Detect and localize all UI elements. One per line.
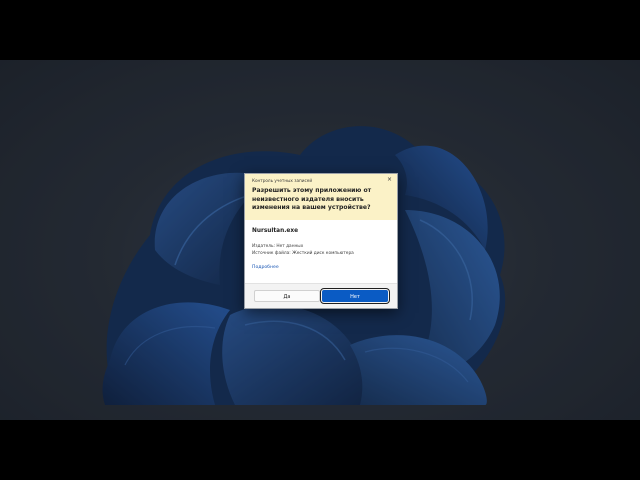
no-button[interactable]: Нет: [320, 288, 390, 304]
uac-publisher: Издатель: Нет данных: [252, 244, 304, 249]
letterbox-frame: Контроль учетных записей × Разрешить это…: [0, 0, 640, 480]
more-details-link[interactable]: Подробнее: [252, 265, 279, 270]
yes-button[interactable]: Да: [254, 290, 320, 302]
uac-caption: Контроль учетных записей: [252, 178, 313, 183]
uac-app-name: Nursultan.exe: [252, 228, 299, 234]
uac-footer: Да Нет: [245, 283, 397, 308]
uac-dialog: Контроль учетных записей × Разрешить это…: [244, 173, 398, 309]
uac-header: Контроль учетных записей × Разрешить это…: [245, 174, 397, 220]
close-icon[interactable]: ×: [386, 176, 393, 183]
uac-question: Разрешить этому приложению от неизвестно…: [252, 187, 372, 212]
uac-file-origin: Источник файла: Жесткий диск компьютера: [252, 251, 354, 256]
